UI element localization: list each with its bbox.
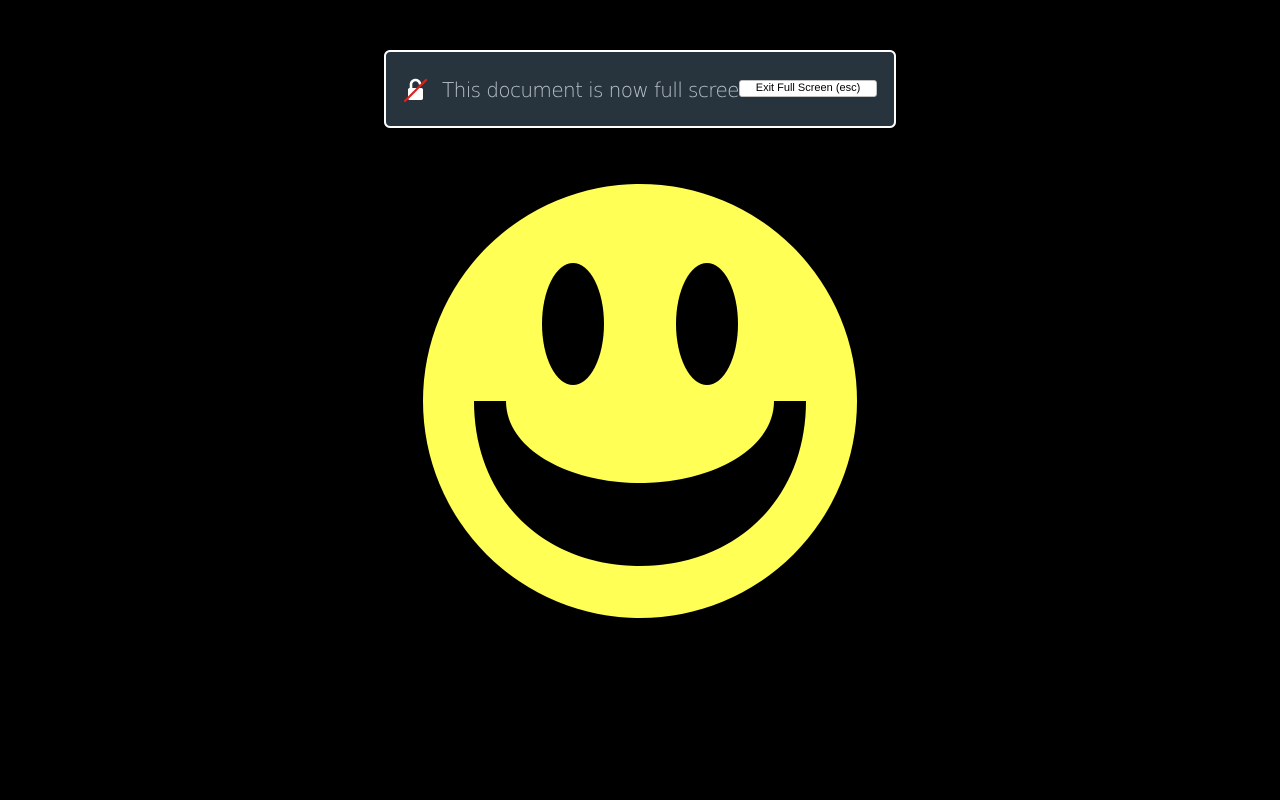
exit-fullscreen-button[interactable]: Exit Full Screen (esc) xyxy=(739,80,877,97)
smiley-right-eye xyxy=(676,263,738,385)
unlocked-padlock-icon xyxy=(403,78,428,103)
fullscreen-document: This document is now full screen Exit Fu… xyxy=(0,0,1280,800)
smiley-left-eye xyxy=(542,263,604,385)
fullscreen-notice: This document is now full screen Exit Fu… xyxy=(384,50,896,128)
fullscreen-message: This document is now full screen xyxy=(442,78,752,102)
